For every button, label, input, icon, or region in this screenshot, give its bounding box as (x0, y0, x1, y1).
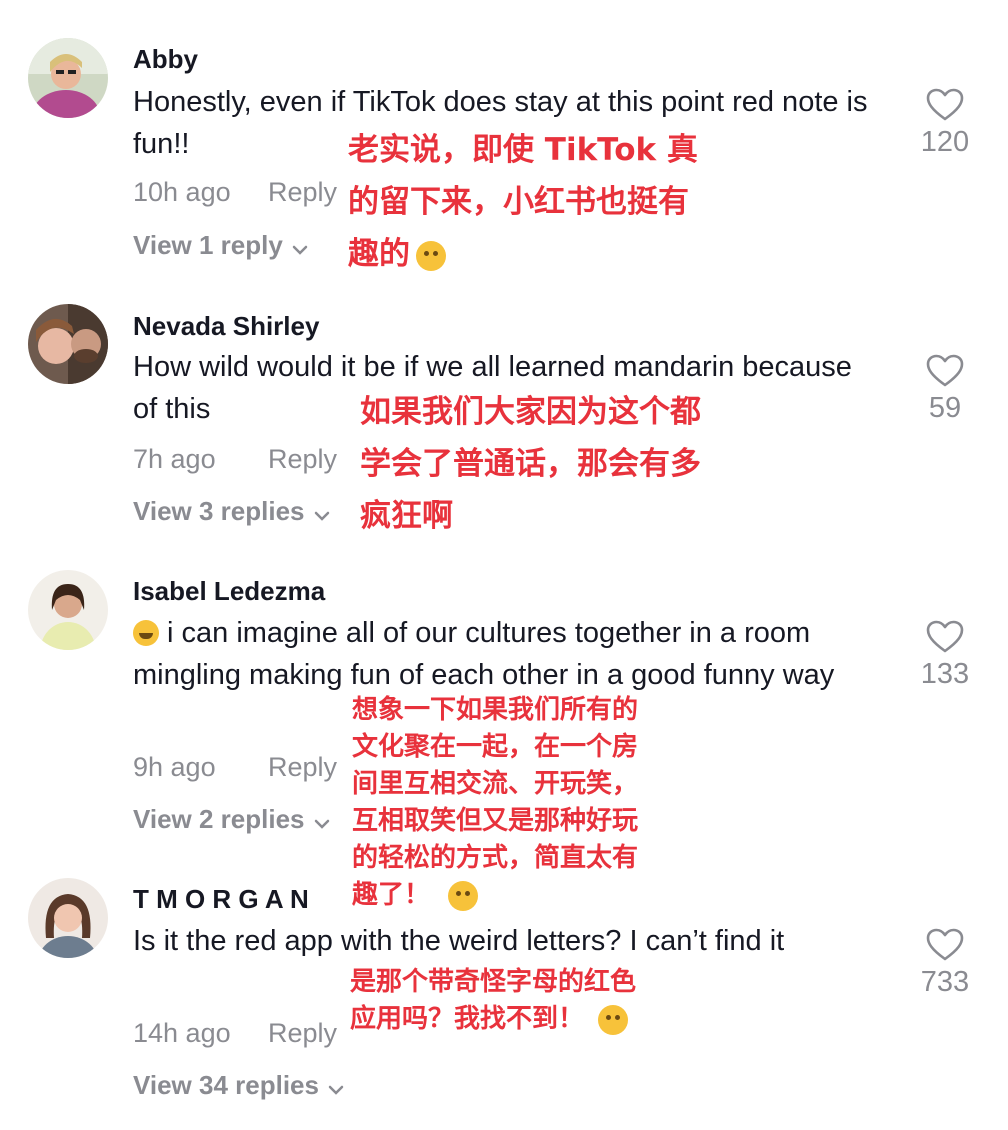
comment-text: i can imagine all of our cultures togeth… (133, 612, 873, 696)
translation-line: 是那个带奇怪字母的红色 (350, 967, 637, 997)
chevron-down-icon (327, 1072, 345, 1103)
view-replies-label: View 1 reply (133, 230, 283, 260)
view-replies-button[interactable]: View 1 reply (133, 230, 309, 263)
like-count: 59 (928, 392, 962, 424)
chevron-down-icon (313, 806, 331, 837)
heart-outline-icon (926, 88, 964, 121)
translation-line: 老实说，即使 TikTok 真 (348, 132, 698, 168)
chinese-translation: 如果我们大家因为这个都 学会了普通话，那会有多 疯狂啊 (360, 386, 701, 542)
like-count: 133 (920, 658, 970, 690)
comment-timestamp: 10h ago (133, 177, 231, 207)
rofl-emoji-icon (598, 1004, 629, 1035)
comment-meta: 7h ago Reply (133, 444, 337, 475)
comment-meta: 14h ago Reply (133, 1018, 337, 1049)
translation-line: 趣了！ (352, 880, 431, 910)
view-replies-button[interactable]: View 34 replies (133, 1070, 345, 1103)
comment-text: Is it the red app with the weird letters… (133, 925, 785, 957)
comment-username[interactable]: Isabel Ledezma (133, 576, 325, 607)
translation-line: 学会了普通话，那会有多 (360, 446, 701, 482)
grinning-face-icon (448, 880, 479, 911)
translation-line: 的轻松的方式，简直太有 (352, 843, 639, 873)
translation-line: 文化聚在一起，在一个房 (352, 732, 639, 762)
translation-line: 疯狂啊 (360, 498, 453, 534)
comment-meta: 9h ago Reply (133, 752, 337, 783)
chinese-translation: 是那个带奇怪字母的红色 应用吗？我找不到！ (350, 964, 637, 1038)
comment-text-body: i can imagine all of our cultures togeth… (133, 617, 835, 691)
chevron-down-icon (313, 498, 331, 529)
reply-button[interactable]: Reply (268, 752, 337, 783)
reply-button[interactable]: Reply (268, 1018, 337, 1049)
thinking-face-icon (416, 240, 446, 271)
translation-line: 的留下来，小红书也挺有 (348, 184, 689, 220)
rofl-emoji-icon (133, 620, 159, 646)
translation-line: 如果我们大家因为这个都 (360, 394, 701, 430)
comment-username[interactable]: Nevada Shirley (133, 311, 319, 342)
comment-username[interactable]: Abby (133, 44, 198, 75)
translation-line: 想象一下如果我们所有的 (352, 695, 639, 725)
user-avatar[interactable] (28, 570, 108, 650)
user-avatar[interactable] (28, 878, 108, 958)
chevron-down-icon (291, 232, 309, 263)
heart-outline-icon (926, 928, 964, 961)
like-button[interactable]: 133 (905, 620, 985, 691)
view-replies-label: View 3 replies (133, 496, 305, 526)
comment-username[interactable]: T M O R G A N (133, 884, 309, 915)
view-replies-button[interactable]: View 3 replies (133, 496, 331, 529)
comment-timestamp: 9h ago (133, 752, 216, 782)
view-replies-label: View 34 replies (133, 1070, 319, 1100)
like-button[interactable]: 120 (905, 88, 985, 159)
translation-line: 应用吗？我找不到！ (350, 1004, 585, 1034)
comment-timestamp: 7h ago (133, 444, 216, 474)
comment-meta: 10h ago Reply (133, 177, 337, 208)
user-avatar[interactable] (28, 304, 108, 384)
translation-line: 趣的 (348, 236, 410, 272)
translation-line: 间里互相交流、开玩笑， (352, 769, 639, 799)
chinese-translation: 老实说，即使 TikTok 真 的留下来，小红书也挺有 趣的 (348, 124, 698, 280)
view-replies-button[interactable]: View 2 replies (133, 804, 331, 837)
translation-line: 互相取笑但又是那种好玩 (352, 806, 639, 836)
like-count: 120 (920, 126, 970, 158)
heart-outline-icon (926, 354, 964, 387)
chinese-translation: 想象一下如果我们所有的 文化聚在一起，在一个房 间里互相交流、开玩笑， 互相取笑… (352, 692, 639, 914)
like-button[interactable]: 59 (905, 354, 985, 425)
heart-outline-icon (926, 620, 964, 653)
view-replies-label: View 2 replies (133, 804, 305, 834)
reply-button[interactable]: Reply (268, 177, 337, 208)
reply-button[interactable]: Reply (268, 444, 337, 475)
user-avatar[interactable] (28, 38, 108, 118)
like-button[interactable]: 733 (905, 928, 985, 999)
comment-timestamp: 14h ago (133, 1018, 231, 1048)
like-count: 733 (920, 966, 970, 998)
